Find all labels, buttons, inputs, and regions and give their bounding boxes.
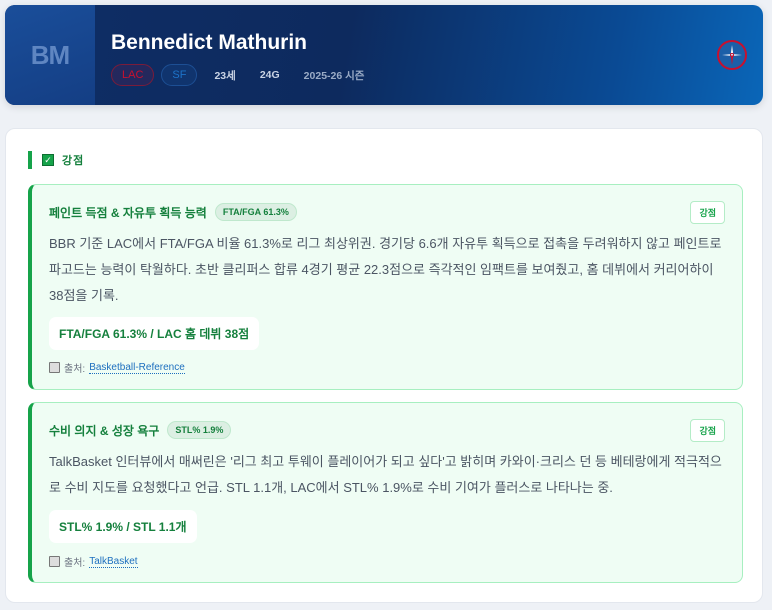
source-label: 출처: — [64, 558, 86, 569]
source-line: 출처: Basketball-Reference — [49, 360, 185, 375]
stat-badge: STL% 1.9% — [167, 421, 232, 439]
key-stat: FTA/FGA 61.3% / LAC 홈 데뷔 38점 — [49, 317, 260, 350]
card-description: BBR 기준 LAC에서 FTA/FGA 비율 61.3%로 리그 최상위권. … — [49, 236, 722, 303]
games: 24G — [259, 69, 280, 81]
team-logo-icon — [717, 40, 747, 70]
source-link[interactable]: Basketball-Reference — [89, 362, 185, 374]
source-link[interactable]: TalkBasket — [89, 556, 138, 568]
player-name: Bennedict Mathurin — [111, 31, 308, 54]
strength-tag: 강점 — [690, 419, 725, 442]
check-box-icon: ✓ — [42, 154, 54, 166]
strength-tag: 강점 — [690, 201, 725, 224]
card-title: 수비 의지 & 성장 욕구 — [49, 423, 160, 438]
strength-card: 수비 의지 & 성장 욕구 STL% 1.9% 강점 TalkBasket 인터뷰… — [28, 402, 743, 583]
stat-badge: FTA/FGA 61.3% — [214, 203, 297, 221]
card-title: 페인트 득점 & 자유투 획득 능력 — [49, 205, 207, 220]
source-label: 출처: — [64, 364, 86, 375]
age: 23세 — [214, 69, 236, 82]
avatar: BM — [5, 5, 95, 105]
book-icon — [49, 556, 60, 567]
player-header: BM Bennedict Mathurin LAC SF 23세 24G 202… — [5, 5, 763, 105]
source-line: 출처: TalkBasket — [49, 554, 138, 569]
strength-card: 페인트 득점 & 자유투 획득 능력 FTA/FGA 61.3% 강점 BBR 기… — [28, 184, 743, 390]
team-badge: LAC — [111, 64, 155, 86]
key-stat: STL% 1.9% / STL 1.1개 — [49, 510, 197, 543]
season: 2025-26 시즌 — [303, 69, 365, 82]
card-description: TalkBasket 인터뷰에서 매써린은 '리그 최고 투웨이 플레이어가 되… — [49, 454, 722, 495]
book-icon — [49, 362, 60, 373]
position-badge: SF — [161, 64, 198, 86]
player-meta: LAC SF 23세 24G 2025-26 시즌 — [111, 64, 378, 86]
section-title: 강점 — [62, 155, 85, 167]
strengths-panel: ✓ 강점 페인트 득점 & 자유투 획득 능력 FTA/FGA 61.3% 강점 … — [5, 128, 763, 603]
section-header: ✓ 강점 — [28, 151, 84, 169]
